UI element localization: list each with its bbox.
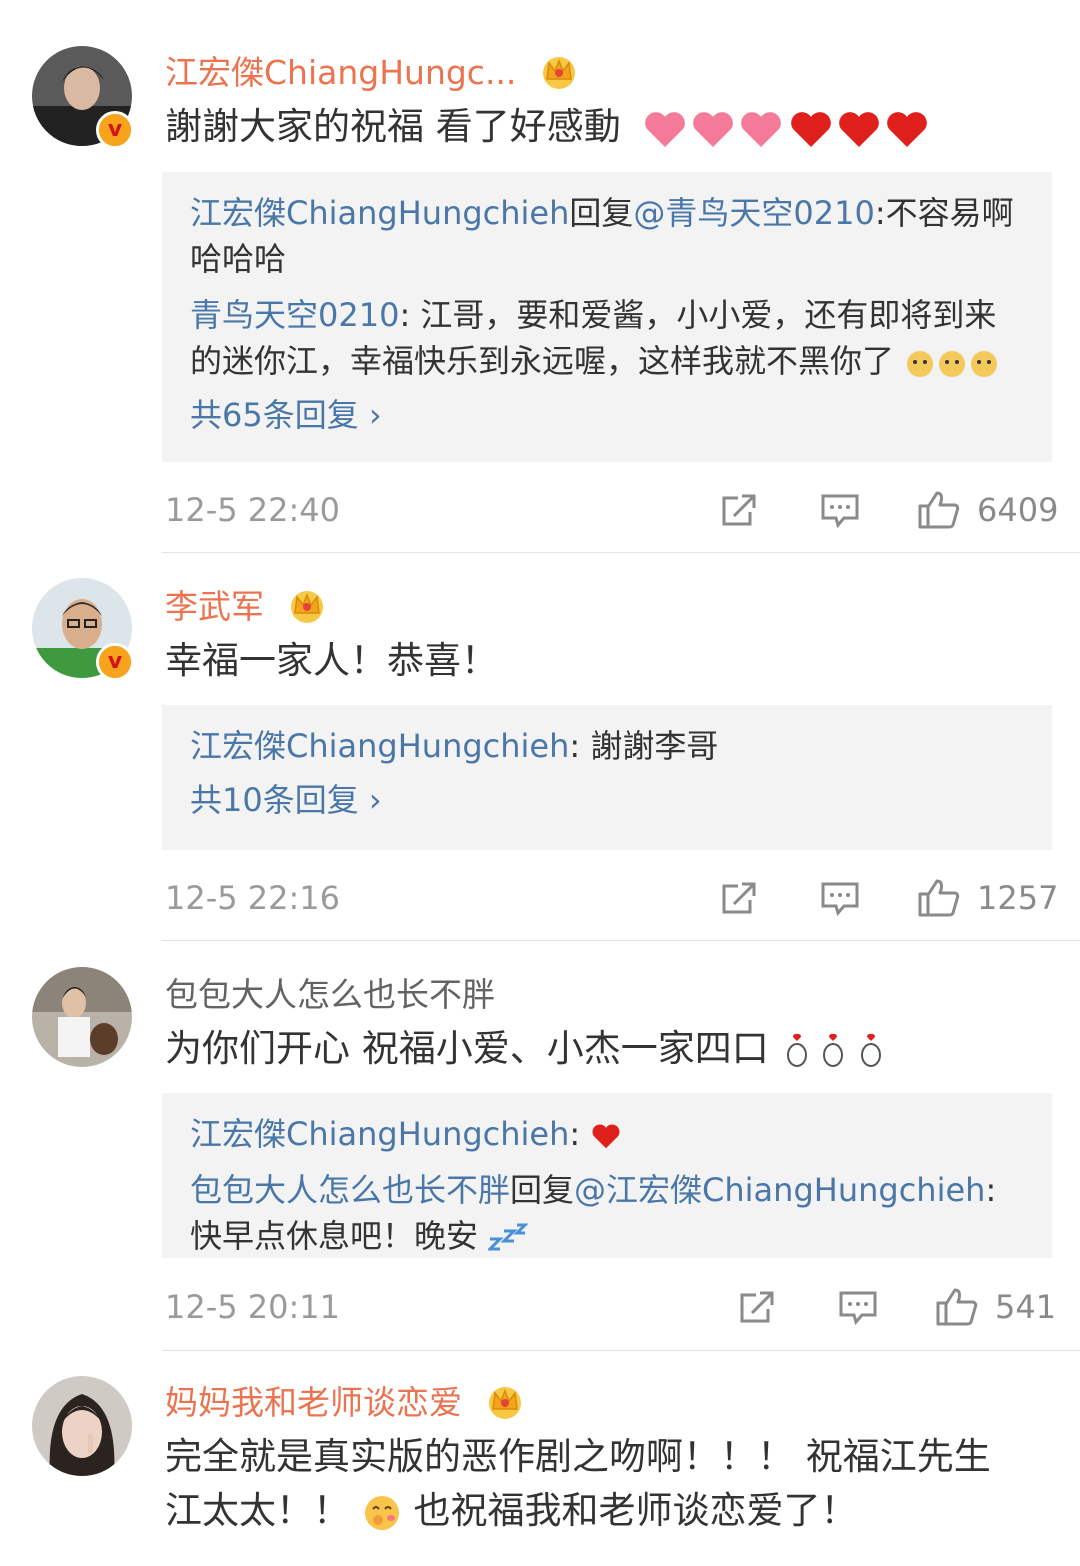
username[interactable]: 包包大人怎么也长不胖 bbox=[165, 968, 495, 1016]
reply-line: 青鸟天空0210: 江哥，要和爱酱，小小爱，还有即将到来的迷你江，幸福快乐到永远… bbox=[190, 292, 1024, 384]
smiling-emoji-icon bbox=[362, 1489, 414, 1532]
like-count: 1257 bbox=[977, 879, 1059, 917]
reply-line: 江宏傑ChiangHungchieh: 謝謝李哥 bbox=[190, 727, 719, 765]
reply-line: 江宏傑ChiangHungchieh回复@青鸟天空0210:不容易啊哈哈哈 bbox=[190, 194, 1014, 278]
share-icon[interactable] bbox=[720, 490, 760, 534]
crown-icon bbox=[485, 1381, 525, 1429]
divider bbox=[162, 552, 1080, 553]
timestamp: 12-5 22:16 bbox=[165, 879, 341, 917]
comment-text: 幸福一家人！恭喜！ bbox=[165, 639, 498, 682]
comment-text: 謝謝大家的祝福 看了好感動 bbox=[165, 100, 1045, 154]
reply-box[interactable]: 江宏傑ChiangHungchieh: 謝謝李哥 共10条回复 › bbox=[162, 705, 1052, 850]
like-count: 6409 bbox=[977, 491, 1059, 529]
comment-text-line: 完全就是真实版的恶作剧之吻啊！！！ 祝福江先生 bbox=[165, 1435, 991, 1478]
comment-text: 为你们开心 祝福小爱、小杰一家四口 bbox=[165, 1022, 1045, 1076]
comment-meta: 12-5 22:16 1257 bbox=[165, 876, 1058, 922]
comment-text: 完全就是真实版的恶作剧之吻啊！！！ 祝福江先生 江太太！！ 也祝福我和老师谈恋爱… bbox=[165, 1430, 1065, 1538]
reply-author-link[interactable]: 江宏傑ChiangHungchieh bbox=[190, 727, 569, 765]
share-icon[interactable] bbox=[720, 878, 760, 922]
reply-author-link[interactable]: 江宏傑ChiangHungchieh bbox=[190, 1115, 569, 1153]
comment-icon[interactable] bbox=[820, 878, 860, 922]
verified-badge-icon: v bbox=[96, 111, 134, 149]
comment-text-line: 江太太！！ 也祝福我和老师谈恋爱了！ bbox=[165, 1489, 858, 1532]
crown-icon bbox=[539, 51, 579, 99]
avatar[interactable] bbox=[32, 967, 132, 1067]
heart-icon bbox=[590, 1115, 622, 1153]
more-replies-link[interactable]: 共65条回复 › bbox=[190, 392, 1024, 438]
like-icon[interactable] bbox=[917, 490, 961, 534]
clap-emoji-icon bbox=[781, 1027, 889, 1070]
username[interactable]: 妈妈我和老师谈恋爱 bbox=[165, 1376, 525, 1429]
share-icon[interactable] bbox=[738, 1287, 778, 1331]
more-replies-link[interactable]: 共10条回复 › bbox=[190, 777, 1024, 823]
dog-emoji-icon bbox=[904, 342, 1000, 380]
reply-line: 江宏傑ChiangHungchieh: bbox=[190, 1111, 1024, 1157]
timestamp: 12-5 22:40 bbox=[165, 491, 341, 529]
comment-meta: 12-5 20:11 541 bbox=[165, 1285, 1056, 1331]
verified-badge-icon: v bbox=[96, 643, 134, 681]
like-icon[interactable] bbox=[935, 1287, 979, 1331]
comment-meta: 12-5 22:40 6409 bbox=[165, 488, 1058, 534]
reply-box[interactable]: 江宏傑ChiangHungchieh回复@青鸟天空0210:不容易啊哈哈哈 青鸟… bbox=[162, 172, 1052, 462]
heart-emoji-group bbox=[643, 105, 933, 148]
sleep-zzz-icon bbox=[488, 1217, 529, 1255]
like-icon[interactable] bbox=[917, 878, 961, 922]
reply-box[interactable]: 江宏傑ChiangHungchieh: 包包大人怎么也长不胖回复@江宏傑Chia… bbox=[162, 1093, 1052, 1258]
divider bbox=[162, 940, 1080, 941]
divider bbox=[162, 1350, 1080, 1351]
mention-link[interactable]: @江宏傑ChiangHungchieh bbox=[574, 1171, 985, 1209]
mention-link[interactable]: @青鸟天空0210 bbox=[633, 194, 874, 232]
crown-icon bbox=[287, 585, 327, 633]
avatar[interactable] bbox=[32, 1376, 132, 1476]
heart-icon bbox=[644, 111, 927, 147]
reply-line: 包包大人怎么也长不胖回复@江宏傑ChiangHungchieh:快早点休息吧！晚… bbox=[190, 1171, 997, 1255]
reply-author-link[interactable]: 包包大人怎么也长不胖 bbox=[190, 1171, 510, 1209]
username[interactable]: 李武军 bbox=[165, 580, 327, 633]
reply-author-link[interactable]: 江宏傑ChiangHungchieh bbox=[190, 194, 569, 232]
username[interactable]: 江宏傑ChiangHungc... bbox=[165, 46, 579, 99]
comment-icon[interactable] bbox=[838, 1287, 878, 1331]
like-count: 541 bbox=[995, 1288, 1057, 1326]
timestamp: 12-5 20:11 bbox=[165, 1288, 341, 1326]
comment-icon[interactable] bbox=[820, 490, 860, 534]
reply-author-link[interactable]: 青鸟天空0210 bbox=[190, 296, 399, 334]
